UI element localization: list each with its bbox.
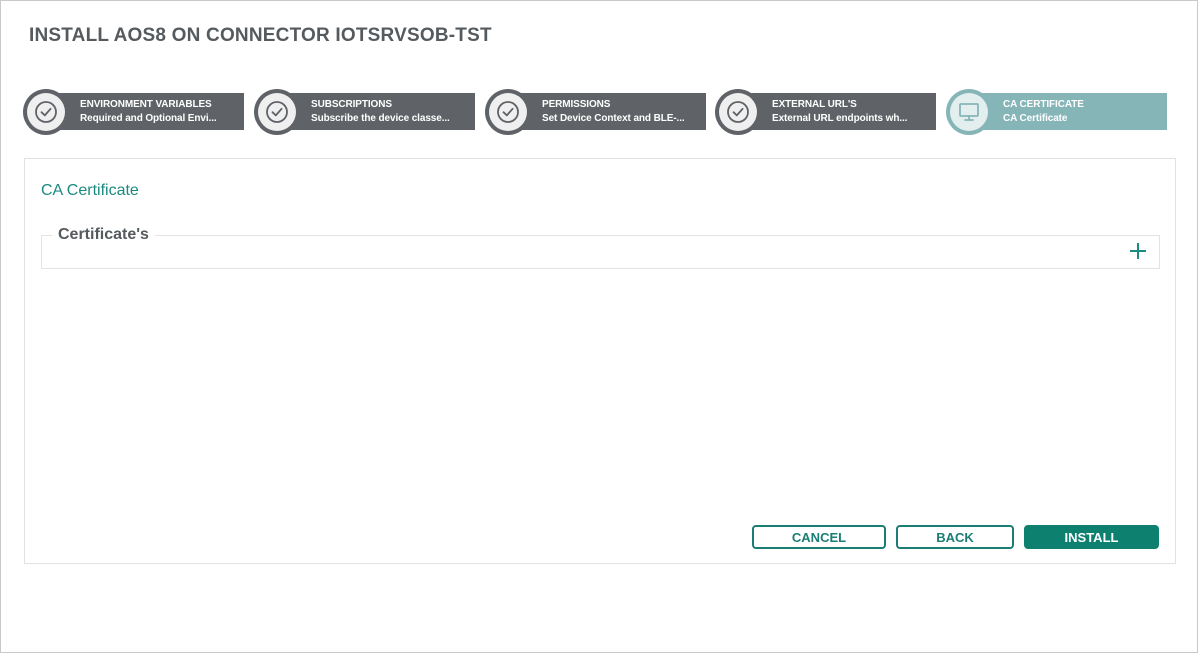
step-ca-certificate[interactable]: CA CERTIFICATE CA Certificate xyxy=(946,89,1168,135)
step-status-circle xyxy=(715,89,761,135)
fieldset-legend: Certificate's xyxy=(52,226,155,244)
install-dialog: INSTALL AOS8 ON CONNECTOR IOTSRVSOB-TST … xyxy=(0,0,1198,653)
step-title: SUBSCRIPTIONS xyxy=(311,99,392,110)
step-status-circle xyxy=(254,89,300,135)
step-subtitle: Required and Optional Envi... xyxy=(80,113,217,124)
monitor-icon xyxy=(959,103,979,121)
step-bar: SUBSCRIPTIONS Subscribe the device class… xyxy=(276,93,475,130)
step-title: ENVIRONMENT VARIABLES xyxy=(80,99,212,110)
step-permissions[interactable]: PERMISSIONS Set Device Context and BLE-.… xyxy=(485,89,707,135)
step-subscriptions[interactable]: SUBSCRIPTIONS Subscribe the device class… xyxy=(254,89,476,135)
check-icon xyxy=(35,101,57,123)
step-status-circle xyxy=(485,89,531,135)
back-button[interactable]: BACK xyxy=(896,525,1014,549)
wizard-stepper: ENVIRONMENT VARIABLES Required and Optio… xyxy=(23,89,1173,135)
step-subtitle: Set Device Context and BLE-... xyxy=(542,113,685,124)
step-subtitle: External URL endpoints wh... xyxy=(772,113,908,124)
certificates-fieldset: Certificate's xyxy=(41,226,1160,269)
step-status-circle xyxy=(23,89,69,135)
check-icon xyxy=(497,101,519,123)
step-status-circle xyxy=(946,89,992,135)
step-title: CA CERTIFICATE xyxy=(1003,99,1084,110)
step-bar: EXTERNAL URL'S External URL endpoints wh… xyxy=(737,93,936,130)
step-bar: ENVIRONMENT VARIABLES Required and Optio… xyxy=(45,93,244,130)
step-bar: CA CERTIFICATE CA Certificate xyxy=(968,93,1167,130)
section-title: CA Certificate xyxy=(41,182,139,199)
step-subtitle: Subscribe the device classe... xyxy=(311,113,450,124)
content-panel: CA Certificate Certificate's CANCEL BACK… xyxy=(24,158,1176,564)
check-icon xyxy=(266,101,288,123)
step-subtitle: CA Certificate xyxy=(1003,113,1068,124)
check-icon xyxy=(727,101,749,123)
step-title: PERMISSIONS xyxy=(542,99,611,110)
plus-icon[interactable] xyxy=(1129,242,1147,260)
step-external-urls[interactable]: EXTERNAL URL'S External URL endpoints wh… xyxy=(715,89,937,135)
dialog-title: INSTALL AOS8 ON CONNECTOR IOTSRVSOB-TST xyxy=(29,25,492,46)
step-title: EXTERNAL URL'S xyxy=(772,99,857,110)
install-button[interactable]: INSTALL xyxy=(1024,525,1159,549)
cancel-button[interactable]: CANCEL xyxy=(752,525,886,549)
step-environment-variables[interactable]: ENVIRONMENT VARIABLES Required and Optio… xyxy=(23,89,245,135)
step-bar: PERMISSIONS Set Device Context and BLE-.… xyxy=(507,93,706,130)
